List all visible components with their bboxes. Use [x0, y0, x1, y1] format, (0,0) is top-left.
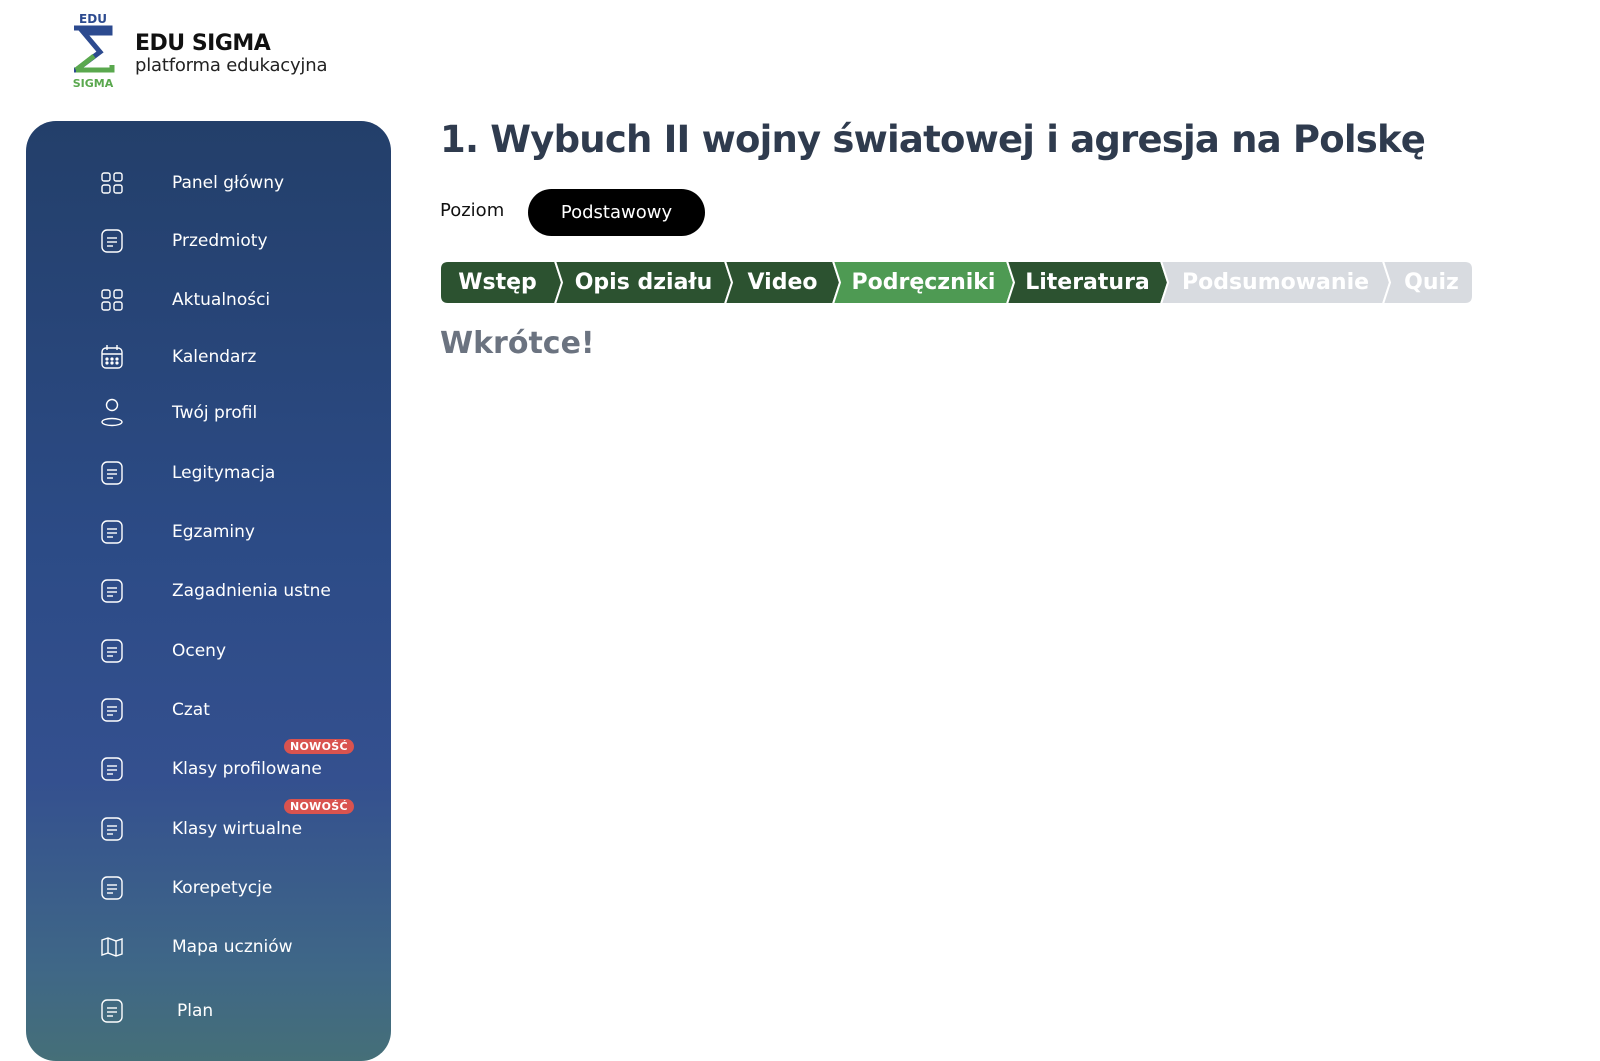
- sidebar-item-label: Korepetycje: [172, 878, 273, 898]
- sidebar-item-plan[interactable]: Plan: [100, 993, 370, 1029]
- new-badge: NOWOŚĆ: [284, 739, 354, 754]
- sidebar-item-label: Plan: [177, 1001, 214, 1021]
- sidebar-item-label: Aktualności: [172, 290, 271, 310]
- new-badge: NOWOŚĆ: [284, 799, 354, 814]
- sidebar-item-label: Egzaminy: [172, 522, 255, 542]
- sidebar-item-label: Twój profil: [172, 403, 258, 423]
- document-icon: [100, 755, 124, 783]
- grid-icon: [100, 169, 124, 197]
- page-title: 1. Wybuch II wojny światowej i agresja n…: [440, 118, 1426, 161]
- tab-podreczniki[interactable]: Podręczniki: [840, 261, 1007, 304]
- brand-logo[interactable]: EDU SIGMA EDU SIGMA platforma edukacyjna: [70, 10, 370, 90]
- sidebar-item-label: Klasy wirtualne: [172, 819, 303, 839]
- sidebar-item-klasy-wirtualne[interactable]: Klasy wirtualne NOWOŚĆ: [100, 799, 370, 847]
- sidebar-item-oceny[interactable]: Oceny: [100, 633, 370, 669]
- sidebar: Panel główny Przedmioty Aktualności Kalenda…: [26, 121, 391, 1061]
- document-icon: [100, 459, 124, 487]
- document-icon: [100, 637, 124, 665]
- document-icon: [100, 997, 124, 1025]
- map-icon: [100, 933, 124, 961]
- tab-literatura[interactable]: Literatura: [1014, 261, 1161, 304]
- brand-title: EDU SIGMA: [135, 31, 271, 56]
- sidebar-item-label: Kalendarz: [172, 347, 257, 367]
- calendar-icon: [100, 343, 124, 371]
- tab-opis-dzialu[interactable]: Opis działu: [562, 261, 725, 304]
- user-icon: [100, 398, 124, 427]
- sidebar-item-przedmioty[interactable]: Przedmioty: [100, 223, 370, 259]
- sidebar-item-aktualnosci[interactable]: Aktualności: [100, 282, 370, 318]
- level-label: Poziom: [440, 200, 505, 221]
- sidebar-item-klasy-profilowane[interactable]: Klasy profilowane NOWOŚĆ: [100, 739, 370, 787]
- sidebar-item-czat[interactable]: Czat: [100, 692, 370, 728]
- sidebar-item-label: Legitymacja: [172, 463, 276, 483]
- sidebar-item-label: Oceny: [172, 641, 227, 661]
- sidebar-item-mapa-uczniow[interactable]: Mapa uczniów: [100, 929, 370, 965]
- document-icon: [100, 815, 124, 843]
- sidebar-item-label: Czat: [172, 700, 210, 720]
- document-icon: [100, 696, 124, 724]
- logo-mark-top: EDU: [79, 12, 107, 26]
- coming-soon-message: Wkrótce!: [440, 326, 595, 361]
- sigma-logo-icon: EDU SIGMA: [73, 12, 115, 90]
- document-icon: [100, 227, 124, 255]
- tab-wstep[interactable]: Wstęp: [440, 261, 555, 304]
- tab-quiz: Quiz: [1404, 270, 1459, 295]
- document-icon: [100, 518, 124, 546]
- tab-podsumowanie: Podsumowanie: [1181, 270, 1370, 295]
- level-selector-button[interactable]: Podstawowy: [528, 189, 705, 236]
- sidebar-item-zagadnienia-ustne[interactable]: Zagadnienia ustne: [100, 573, 370, 609]
- sidebar-item-label: Zagadnienia ustne: [172, 581, 331, 601]
- sidebar-item-legitymacja[interactable]: Legitymacja: [100, 455, 370, 491]
- section-tabs: Wstęp Opis działu Video Podręczniki Literatu…: [440, 261, 1490, 304]
- sidebar-item-label: Panel główny: [172, 173, 285, 193]
- tab-video[interactable]: Video: [732, 261, 833, 304]
- sidebar-item-label: Klasy profilowane: [172, 759, 322, 779]
- sidebar-item-kalendarz[interactable]: Kalendarz: [100, 339, 370, 375]
- document-icon: [100, 577, 124, 605]
- sidebar-item-korepetycje[interactable]: Korepetycje: [100, 870, 370, 906]
- sidebar-item-panel-glowny[interactable]: Panel główny: [100, 165, 370, 201]
- document-icon: [100, 874, 124, 902]
- logo-mark-bottom: SIGMA: [73, 77, 114, 90]
- sidebar-item-label: Mapa uczniów: [172, 937, 293, 957]
- sidebar-item-twoj-profil[interactable]: Twój profil: [100, 395, 370, 431]
- sidebar-item-egzaminy[interactable]: Egzaminy: [100, 514, 370, 550]
- sidebar-item-label: Przedmioty: [172, 231, 268, 251]
- brand-subtitle: platforma edukacyjna: [135, 55, 328, 76]
- grid-icon: [100, 286, 124, 314]
